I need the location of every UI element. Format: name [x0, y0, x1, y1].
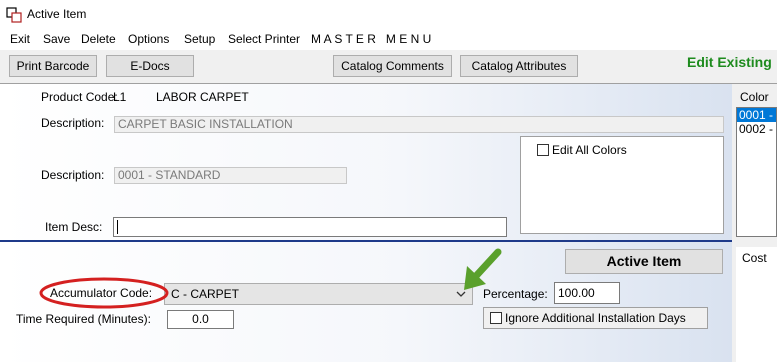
ignore-days-checkbox[interactable] [490, 312, 502, 324]
color-list[interactable]: 0001 - ... 0002 - ... [736, 107, 777, 237]
menu-bar: Exit Save Delete Options Setup Select Pr… [0, 30, 777, 50]
description-label: Description: [41, 116, 105, 130]
percentage-label: Percentage: [483, 287, 548, 301]
percentage-input[interactable]: 100.00 [554, 282, 620, 304]
menu-options[interactable]: Options [128, 32, 169, 46]
window-title: Active Item [27, 7, 87, 21]
product-code-value: L1 [113, 90, 127, 104]
edit-all-colors-checkbox[interactable] [537, 144, 549, 156]
print-barcode-button[interactable]: Print Barcode [9, 55, 97, 77]
menu-setup[interactable]: Setup [184, 32, 215, 46]
menu-delete[interactable]: Delete [81, 32, 116, 46]
accumulator-code-value: C - CARPET [171, 287, 240, 301]
edit-all-colors-label: Edit All Colors [552, 143, 627, 157]
item-desc-label: Item Desc: [45, 220, 103, 234]
product-code-label: Product Code: [41, 90, 118, 104]
highlight-circle-icon [39, 277, 169, 309]
color-item[interactable]: 0001 - ... [737, 108, 776, 122]
e-docs-button[interactable]: E-Docs [106, 55, 194, 77]
accumulator-code-select[interactable]: C - CARPET [164, 283, 473, 305]
app-window-icon [6, 7, 22, 23]
description2-label: Description: [41, 168, 105, 182]
cost-panel: Cost [736, 247, 777, 362]
menu-master-menu[interactable]: M A S T E R M E N U [311, 32, 431, 46]
description2-field: 0001 - STANDARD [114, 167, 347, 184]
text-cursor [117, 220, 118, 234]
catalog-attributes-button[interactable]: Catalog Attributes [460, 55, 578, 77]
catalog-comments-button[interactable]: Catalog Comments [333, 55, 452, 77]
menu-save[interactable]: Save [43, 32, 70, 46]
time-required-input[interactable]: 0.0 [167, 310, 234, 329]
ignore-days-label: Ignore Additional Installation Days [505, 311, 686, 325]
time-required-label: Time Required (Minutes): [16, 312, 151, 326]
menu-exit[interactable]: Exit [10, 32, 30, 46]
menu-select-printer[interactable]: Select Printer [228, 32, 300, 46]
color-item[interactable]: 0002 - ... [737, 122, 776, 136]
item-desc-input[interactable] [113, 217, 507, 237]
mode-indicator: Edit Existing [687, 54, 772, 70]
color-label: Color [740, 90, 769, 104]
cost-label: Cost [742, 251, 767, 265]
product-name-value: LABOR CARPET [156, 90, 249, 104]
title-bar: Active Item [0, 0, 777, 30]
active-item-button[interactable]: Active Item [565, 249, 723, 274]
description-field: CARPET BASIC INSTALLATION [114, 116, 724, 133]
